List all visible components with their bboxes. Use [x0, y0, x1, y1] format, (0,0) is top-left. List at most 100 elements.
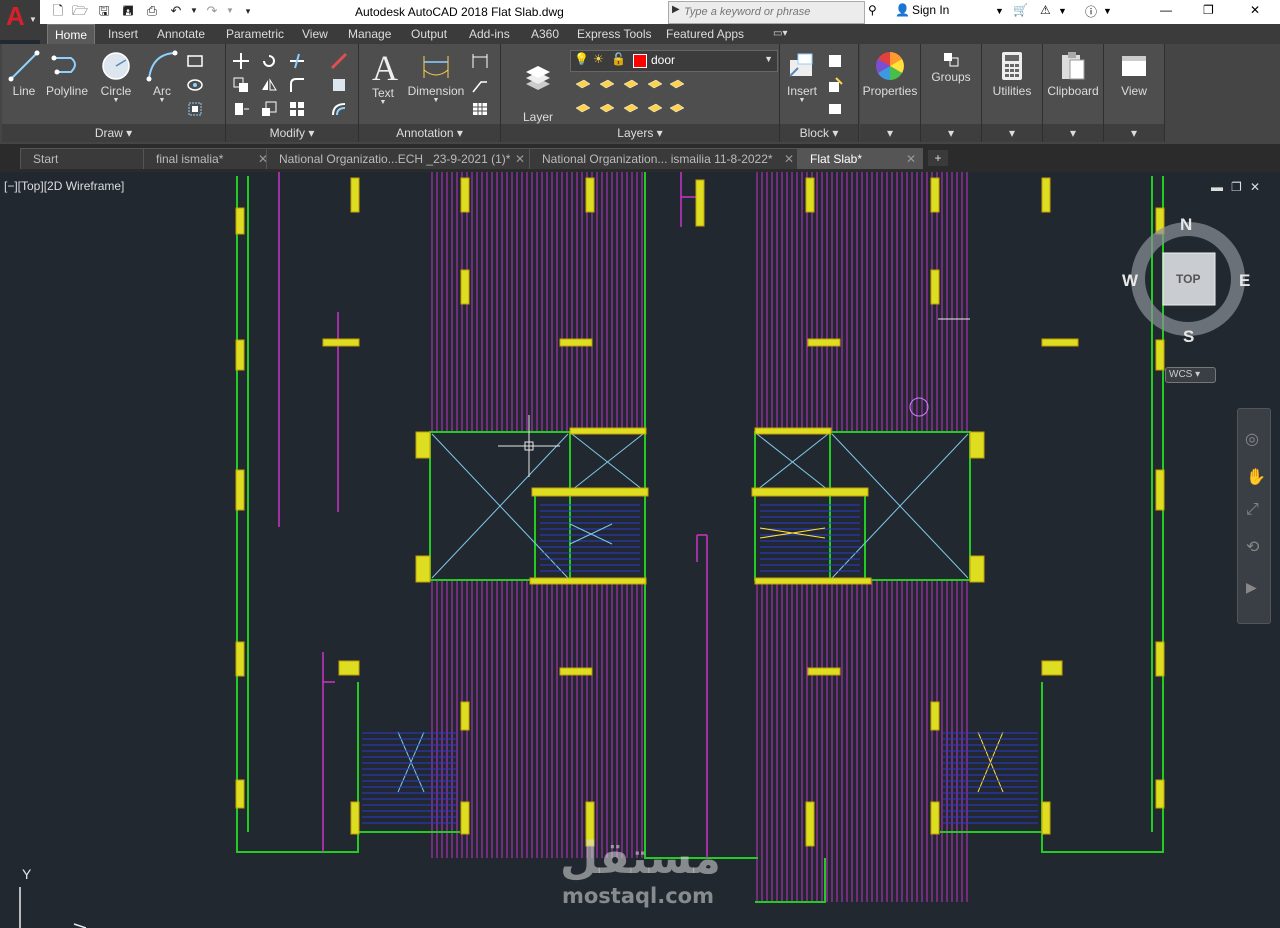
view-panel-expand[interactable]: ▾: [1104, 124, 1164, 142]
layer-tools-icons[interactable]: [574, 74, 684, 116]
pan-hand-icon[interactable]: ✋: [1246, 467, 1266, 487]
copy-icon[interactable]: [232, 76, 250, 94]
drawing-canvas[interactable]: [0, 172, 1280, 928]
orbit-icon[interactable]: ⟲: [1246, 537, 1259, 557]
tab-insert[interactable]: Insert: [101, 24, 145, 44]
utilities-panel-expand[interactable]: ▾: [982, 124, 1042, 142]
block-panel-title[interactable]: Block ▾: [780, 124, 858, 142]
view-button[interactable]: View: [1106, 50, 1162, 98]
close-tab-icon[interactable]: ✕: [906, 149, 916, 169]
compass-south[interactable]: S: [1183, 327, 1194, 347]
sign-in-link[interactable]: Sign In: [912, 3, 949, 17]
rotate-icon[interactable]: [260, 52, 278, 70]
modify-panel-title[interactable]: Modify ▾: [226, 124, 358, 142]
plot-icon[interactable]: ⎙: [144, 3, 160, 19]
undo-icon[interactable]: ↶: [168, 3, 184, 19]
utilities-button[interactable]: Utilities: [984, 50, 1040, 98]
file-tab-final-ismalia[interactable]: final ismalia* ✕: [143, 148, 275, 169]
erase-icon[interactable]: [330, 52, 348, 70]
tab-home[interactable]: Home: [47, 24, 96, 45]
text-dropdown-icon[interactable]: ▼: [365, 99, 401, 106]
viewcube[interactable]: N S E W TOP: [1122, 215, 1250, 347]
application-menu-button[interactable]: A ▼: [0, 0, 40, 40]
groups-button[interactable]: Groups: [923, 50, 979, 84]
restore-button[interactable]: ❐: [1203, 3, 1214, 17]
viewport-restore-icon[interactable]: ❐: [1231, 180, 1242, 194]
clipboard-button[interactable]: Clipboard: [1045, 50, 1101, 98]
help-dropdown-icon[interactable]: ▼: [1103, 6, 1112, 16]
properties-panel-expand[interactable]: ▾: [860, 124, 920, 142]
redo-icon[interactable]: ↷: [204, 3, 220, 19]
mirror-icon[interactable]: [260, 76, 278, 94]
array-icon[interactable]: [288, 100, 306, 118]
clipboard-panel-expand[interactable]: ▾: [1043, 124, 1103, 142]
viewport-minimize-icon[interactable]: ▬: [1211, 180, 1223, 194]
boundary-icon[interactable]: [186, 100, 204, 118]
new-tab-plus-icon[interactable]: +: [928, 150, 948, 166]
scale-icon[interactable]: [260, 100, 278, 118]
table-icon[interactable]: [471, 100, 489, 118]
viewport-controls-label[interactable]: [−][Top][2D Wireframe]: [4, 179, 124, 193]
tab-parametric[interactable]: Parametric: [219, 24, 291, 44]
steering-wheel-icon[interactable]: ◎: [1245, 429, 1259, 449]
open-file-icon[interactable]: 🗁: [72, 3, 88, 19]
dimension-dropdown-icon[interactable]: ▼: [405, 97, 467, 104]
polyline-button[interactable]: Polyline: [42, 50, 92, 98]
ucs-menu[interactable]: WCS ▾: [1165, 367, 1216, 383]
line-button[interactable]: Line: [6, 50, 42, 98]
customize-toolbar-icon[interactable]: ▾: [240, 3, 256, 19]
stretch-icon[interactable]: [232, 100, 250, 118]
tab-output[interactable]: Output: [404, 24, 454, 44]
groups-panel-expand[interactable]: ▾: [921, 124, 981, 142]
circle-dropdown-icon[interactable]: ▼: [96, 97, 136, 104]
close-tab-icon[interactable]: ✕: [515, 149, 525, 169]
dimension-button[interactable]: Dimension ▼: [405, 50, 467, 104]
search-input[interactable]: [684, 2, 860, 21]
cart-icon[interactable]: 🛒: [1013, 3, 1028, 17]
viewcube-top-face[interactable]: TOP: [1176, 272, 1200, 286]
arc-dropdown-icon[interactable]: ▼: [144, 97, 180, 104]
compass-east[interactable]: E: [1239, 271, 1250, 291]
insert-dropdown-icon[interactable]: ▼: [782, 97, 822, 104]
save-icon[interactable]: 🖫: [96, 3, 112, 19]
help-icon[interactable]: ⓘ: [1085, 3, 1097, 20]
tab-annotate[interactable]: Annotate: [150, 24, 212, 44]
file-tab-flat-slab[interactable]: Flat Slab* ✕: [797, 148, 923, 169]
showmotion-icon[interactable]: ▶: [1246, 579, 1257, 596]
minimize-button[interactable]: —: [1160, 3, 1172, 17]
edit-attributes-icon[interactable]: [826, 100, 844, 118]
leader-icon[interactable]: [471, 76, 489, 94]
explode-icon[interactable]: [330, 76, 348, 94]
redo-dropdown-icon[interactable]: ▼: [222, 3, 238, 19]
binoculars-icon[interactable]: ⚲: [868, 3, 877, 17]
ribbon-options-icon[interactable]: ▭▾: [766, 24, 794, 44]
properties-button[interactable]: Properties: [862, 50, 918, 98]
hatch-icon[interactable]: [186, 76, 204, 94]
move-icon[interactable]: [232, 52, 250, 70]
layer-dropdown[interactable]: 💡 ☀ 🔓 door ▼: [570, 50, 778, 72]
file-tab-national-2[interactable]: National Organization... ismailia 11-8-2…: [529, 148, 801, 169]
tab-a360[interactable]: A360: [524, 24, 566, 44]
viewport-close-icon[interactable]: ✕: [1250, 180, 1260, 194]
tab-view[interactable]: View: [295, 24, 335, 44]
tab-featured-apps[interactable]: Featured Apps: [659, 24, 751, 44]
tab-express-tools[interactable]: Express Tools: [570, 24, 658, 44]
circle-button[interactable]: Circle ▼: [96, 50, 136, 104]
linear-dimension-icon[interactable]: [471, 52, 489, 70]
layers-panel-title[interactable]: Layers ▾: [501, 124, 779, 142]
new-file-icon[interactable]: 🗋: [50, 3, 66, 19]
draw-panel-title[interactable]: Draw ▾: [2, 124, 225, 142]
tab-add-ins[interactable]: Add-ins: [462, 24, 517, 44]
edit-block-icon[interactable]: [826, 76, 844, 94]
annotation-panel-title[interactable]: Annotation ▾: [359, 124, 500, 142]
undo-dropdown-icon[interactable]: ▼: [186, 3, 202, 19]
tab-manage[interactable]: Manage: [341, 24, 398, 44]
trim-icon[interactable]: [288, 52, 306, 70]
exchange-dropdown-icon[interactable]: ▼: [1058, 6, 1067, 16]
search-box[interactable]: ▶: [668, 1, 865, 24]
close-button[interactable]: ✕: [1250, 3, 1260, 17]
file-tab-national-1[interactable]: National Organizatio...ECH _23-9-2021 (1…: [266, 148, 532, 169]
file-tab-start[interactable]: Start: [20, 148, 152, 169]
search-expand-icon[interactable]: ▶: [672, 4, 680, 15]
arc-button[interactable]: Arc ▼: [144, 50, 180, 104]
